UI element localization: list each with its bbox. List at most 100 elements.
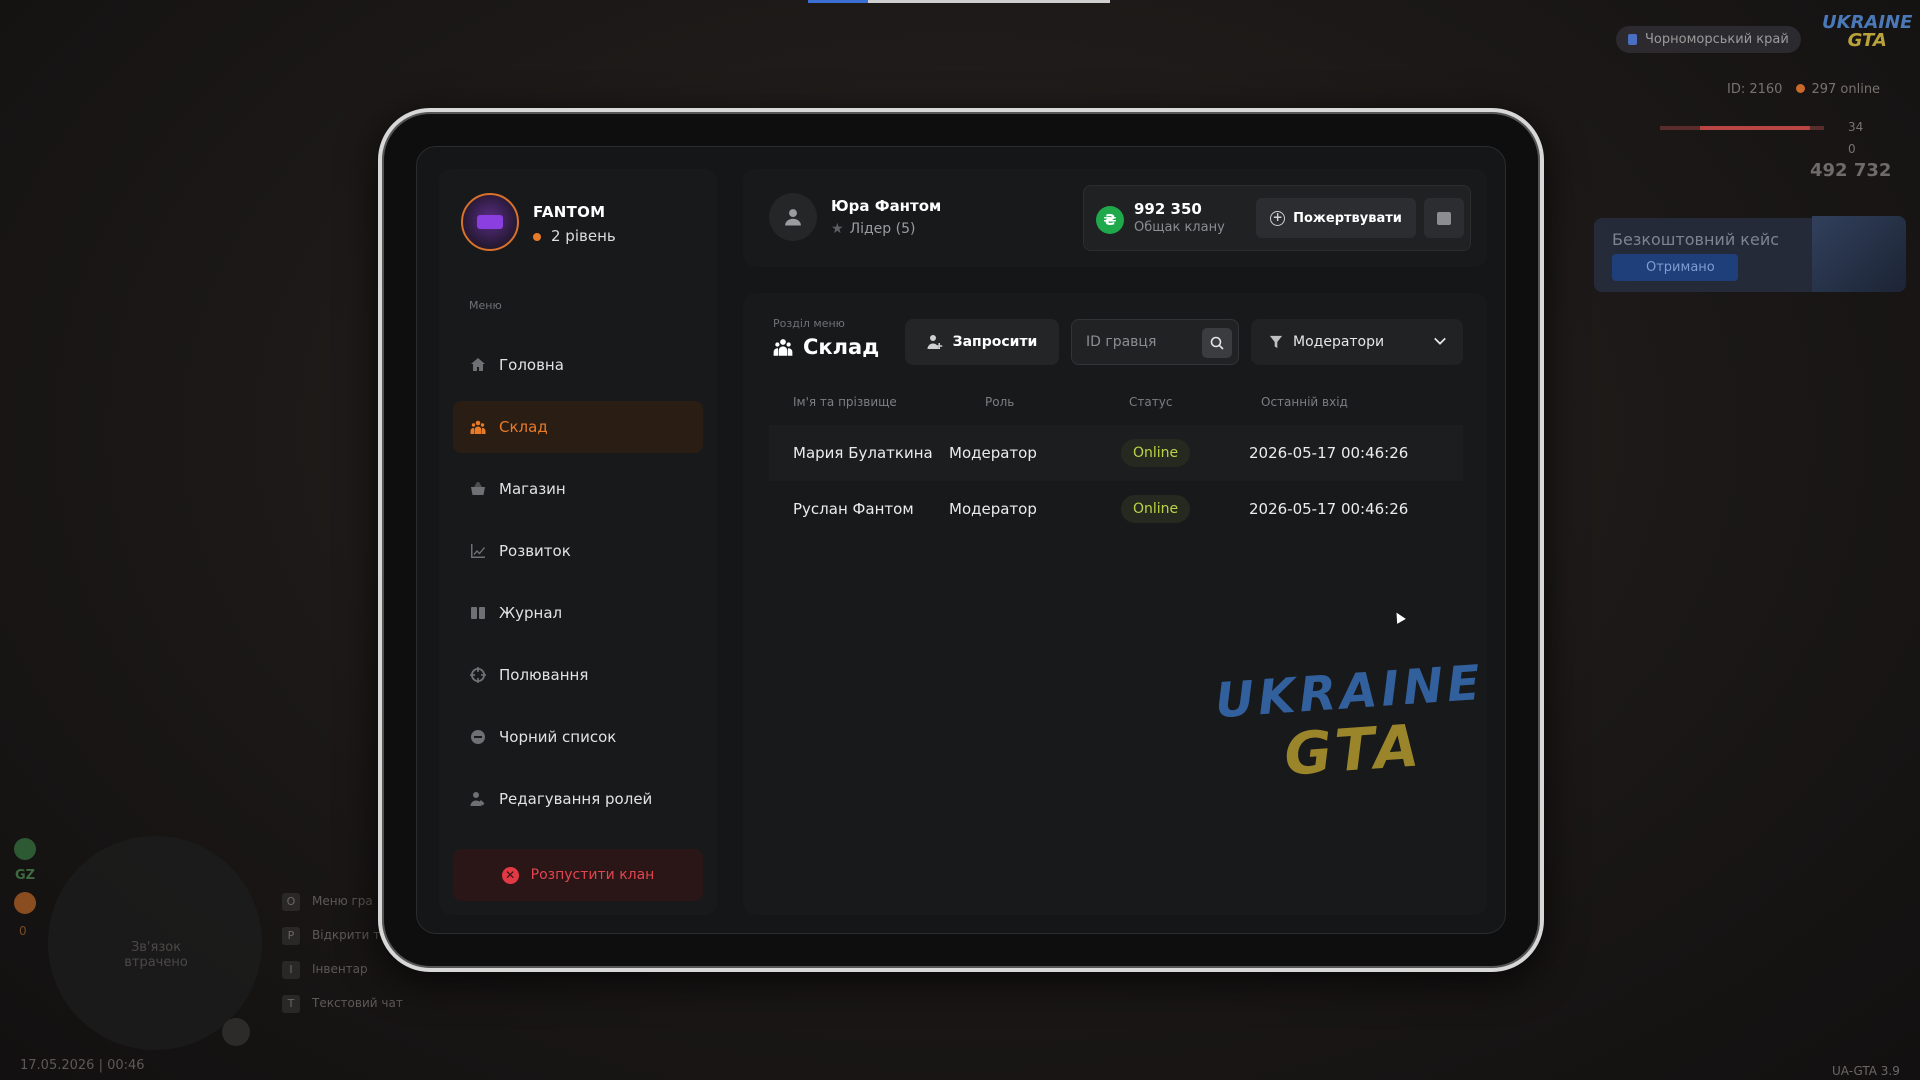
sidebar-item-label: Розвиток <box>499 542 571 560</box>
gz-label: GZ <box>15 868 36 883</box>
block-icon <box>469 728 487 746</box>
user-edit-icon <box>469 790 487 808</box>
tablet-frame: FANTOM 2 рівень Меню Головна Склад Магаз… <box>378 108 1544 972</box>
column-header-role: Роль <box>985 395 1015 409</box>
key-label: Текстовий чат <box>312 996 403 1010</box>
column-header-status: Статус <box>1129 395 1173 409</box>
page-title: Склад <box>773 335 879 359</box>
money-value: 492 732 <box>1810 160 1892 181</box>
datetime: 17.05.2026 | 00:46 <box>20 1058 145 1073</box>
game-logo: UKRAINE GTA <box>1822 14 1912 50</box>
page-title-text: Склад <box>803 335 880 359</box>
leader-card: Юра Фантом ★ Лідер (5) ₴ 992 350 Общак кл… <box>743 169 1487 267</box>
book-icon <box>469 604 487 622</box>
member-name: Мария Булаткина <box>793 444 933 462</box>
sidebar: FANTOM 2 рівень Меню Головна Склад Магаз… <box>439 169 717 915</box>
sidebar-item-edit-roles[interactable]: Редагування ролей <box>453 773 703 825</box>
archive-icon <box>1437 211 1451 225</box>
clan-fund: ₴ 992 350 Общак клану + Пожертвувати <box>1083 185 1471 251</box>
role-filter-value: Модератори <box>1293 334 1385 350</box>
invite-label: Запросити <box>952 334 1038 350</box>
key-label: Відкрити т <box>312 928 381 942</box>
free-case-button[interactable]: Отримано <box>1612 254 1738 281</box>
donate-button[interactable]: + Пожертвувати <box>1256 198 1416 238</box>
member-role: Модератор <box>949 444 1037 462</box>
members-table: Ім'я та прізвище Роль Статус Останній вх… <box>769 379 1463 537</box>
filter-icon <box>1269 335 1283 349</box>
column-header-name: Ім'я та прізвище <box>793 395 897 409</box>
column-header-last-login: Останній вхід <box>1261 395 1348 409</box>
star-icon: ★ <box>831 221 844 237</box>
close-circle-icon: ✕ <box>501 866 519 884</box>
users-icon <box>773 339 793 356</box>
archive-button[interactable] <box>1424 198 1464 238</box>
section-hint: Розділ меню <box>773 317 845 330</box>
logo-bottom-text: GTA <box>1847 30 1887 51</box>
leader-role-label: Лідер (5) <box>849 221 916 237</box>
table-row[interactable]: Мария Булаткина Модератор Online 2026-05… <box>769 425 1463 481</box>
add-user-icon <box>927 335 942 349</box>
sidebar-item-hunting[interactable]: Полювання <box>453 649 703 701</box>
key-label: Інвентар <box>312 962 368 976</box>
key-cap: I <box>282 961 300 979</box>
member-last-login: 2026-05-17 00:46:26 <box>1249 444 1409 462</box>
case-image <box>1812 216 1906 292</box>
gz-value: 0 <box>19 924 27 938</box>
home-icon <box>469 356 487 374</box>
sidebar-item-label: Журнал <box>499 604 563 622</box>
leader-role: ★ Лідер (5) <box>831 221 915 237</box>
main-panel: Розділ меню Склад Запросити Модератори <box>743 293 1487 915</box>
search-box <box>1071 319 1239 365</box>
sidebar-item-label: Склад <box>499 418 548 436</box>
sidebar-item-label: Редагування ролей <box>499 790 653 808</box>
sidebar-item-shop[interactable]: Магазин <box>453 463 703 515</box>
leader-name: Юра Фантом <box>831 197 942 215</box>
sidebar-item-home[interactable]: Головна <box>453 339 703 391</box>
armor-value: 0 <box>1848 142 1856 156</box>
chart-icon <box>469 542 487 560</box>
member-name: Руслан Фантом <box>793 500 914 518</box>
table-body: Мария Булаткина Модератор Online 2026-05… <box>769 425 1463 537</box>
free-case-title: Безкоштовний кейс <box>1612 230 1780 249</box>
key-hint: I Інвентар <box>282 952 403 986</box>
version-label: UA-GTA 3.9 <box>1832 1064 1900 1078</box>
region-badge: Чорноморський край <box>1616 26 1801 53</box>
watermark-line1: UKRAINE <box>1213 654 1486 730</box>
search-button[interactable] <box>1202 328 1232 358</box>
invite-button[interactable]: Запросити <box>905 319 1059 365</box>
key-cap: T <box>282 995 300 1013</box>
player-id: ID: 2160 <box>1727 82 1783 97</box>
shield-icon <box>1628 34 1637 45</box>
hryvnia-coin-icon: ₴ <box>1096 206 1124 234</box>
fund-amount: 992 350 <box>1134 200 1202 218</box>
basket-icon <box>469 480 487 498</box>
disband-clan-button[interactable]: ✕ Розпустити клан <box>453 849 703 901</box>
watermark-line2: GTA <box>1282 711 1426 789</box>
online-dot-icon <box>1796 84 1806 93</box>
member-role: Модератор <box>949 500 1037 518</box>
microphone-icon <box>222 1018 250 1046</box>
gz-icon <box>14 838 36 860</box>
player-id-line: ID: 2160 297 online <box>1727 82 1880 97</box>
sidebar-item-label: Головна <box>499 356 564 374</box>
sidebar-item-label: Магазин <box>499 480 566 498</box>
level-label: 2 рівень <box>551 227 616 245</box>
role-filter-select[interactable]: Модератори <box>1251 319 1463 365</box>
menu-heading: Меню <box>469 299 502 312</box>
tablet-screen: FANTOM 2 рівень Меню Головна Склад Магаз… <box>416 146 1506 934</box>
crosshair-icon <box>469 666 487 684</box>
table-row[interactable]: Руслан Фантом Модератор Online 2026-05-1… <box>769 481 1463 537</box>
profile-level: 2 рівень <box>533 227 616 245</box>
sidebar-item-journal[interactable]: Журнал <box>453 587 703 639</box>
close-circle-icon <box>14 892 36 914</box>
member-status: Online <box>1121 439 1249 467</box>
member-status: Online <box>1121 495 1249 523</box>
status-badge: Online <box>1121 439 1191 467</box>
leader-avatar <box>769 193 817 241</box>
search-input[interactable] <box>1086 320 1196 364</box>
disband-label: Розпустити клан <box>530 867 655 883</box>
sidebar-item-blacklist[interactable]: Чорний список <box>453 711 703 763</box>
chevron-down-icon <box>1434 337 1446 345</box>
sidebar-item-warehouse[interactable]: Склад <box>453 401 703 453</box>
sidebar-item-development[interactable]: Розвиток <box>453 525 703 577</box>
